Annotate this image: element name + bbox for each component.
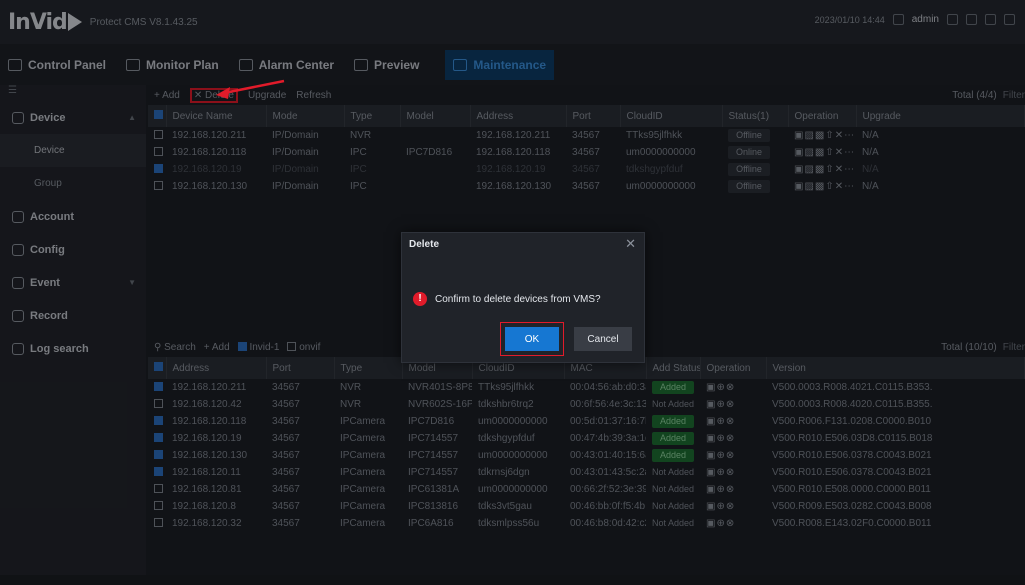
ok-highlight-frame: OK bbox=[500, 322, 564, 356]
close-icon[interactable]: ✕ bbox=[625, 236, 636, 252]
dialog-body: ! Confirm to delete devices from VMS? bbox=[402, 255, 644, 306]
warning-icon: ! bbox=[413, 292, 427, 306]
dialog-message: Confirm to delete devices from VMS? bbox=[435, 293, 601, 305]
annotation-arrow bbox=[216, 79, 285, 99]
dialog-title: Delete bbox=[409, 238, 440, 250]
dialog-buttons: OK Cancel bbox=[500, 322, 632, 356]
ok-button[interactable]: OK bbox=[505, 327, 559, 351]
cancel-button[interactable]: Cancel bbox=[574, 327, 632, 351]
delete-dialog: Delete ✕ ! Confirm to delete devices fro… bbox=[401, 232, 645, 363]
